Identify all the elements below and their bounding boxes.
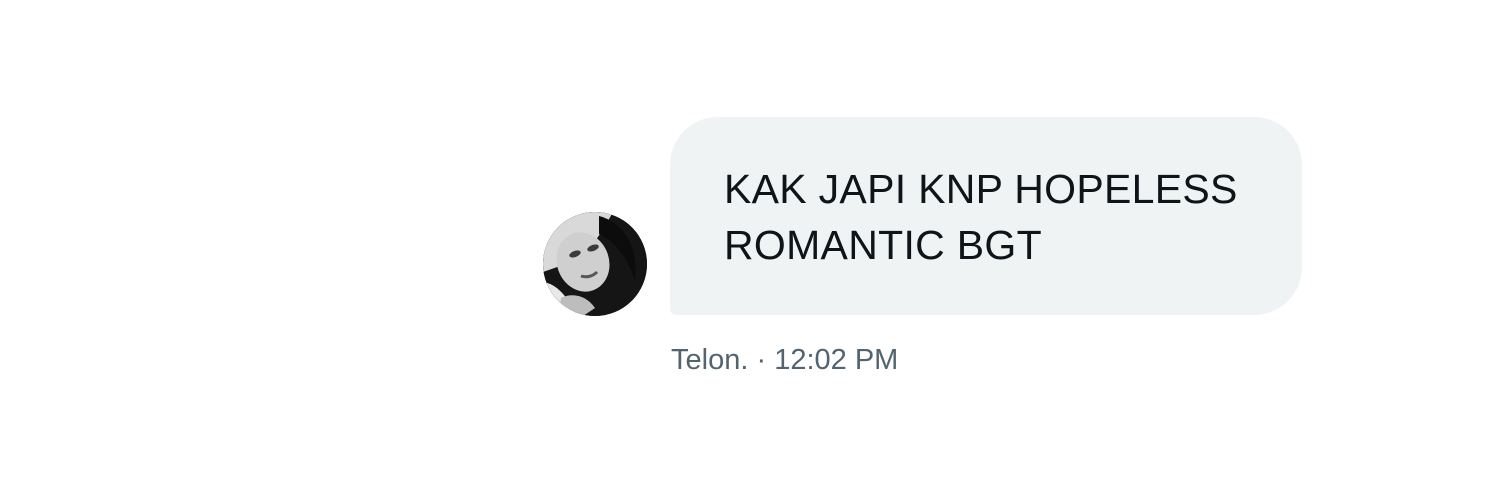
- message-meta: Telon. · 12:02 PM: [671, 340, 898, 380]
- message-text: KAK JAPI KNP HOPELESS ROMANTIC BGT: [724, 161, 1262, 273]
- message-bubble[interactable]: KAK JAPI KNP HOPELESS ROMANTIC BGT: [670, 117, 1302, 315]
- message-timestamp: 12:02 PM: [774, 344, 899, 376]
- message-line: KAK JAPI KNP HOPELESS: [724, 166, 1238, 212]
- sender-avatar[interactable]: [543, 212, 647, 316]
- avatar-photo-icon: [543, 212, 647, 316]
- meta-separator: ·: [756, 344, 767, 376]
- sender-name[interactable]: Telon.: [671, 344, 748, 376]
- message-line: ROMANTIC BGT: [724, 222, 1042, 268]
- dm-conversation: KAK JAPI KNP HOPELESS ROMANTIC BGT Telon…: [0, 0, 1500, 500]
